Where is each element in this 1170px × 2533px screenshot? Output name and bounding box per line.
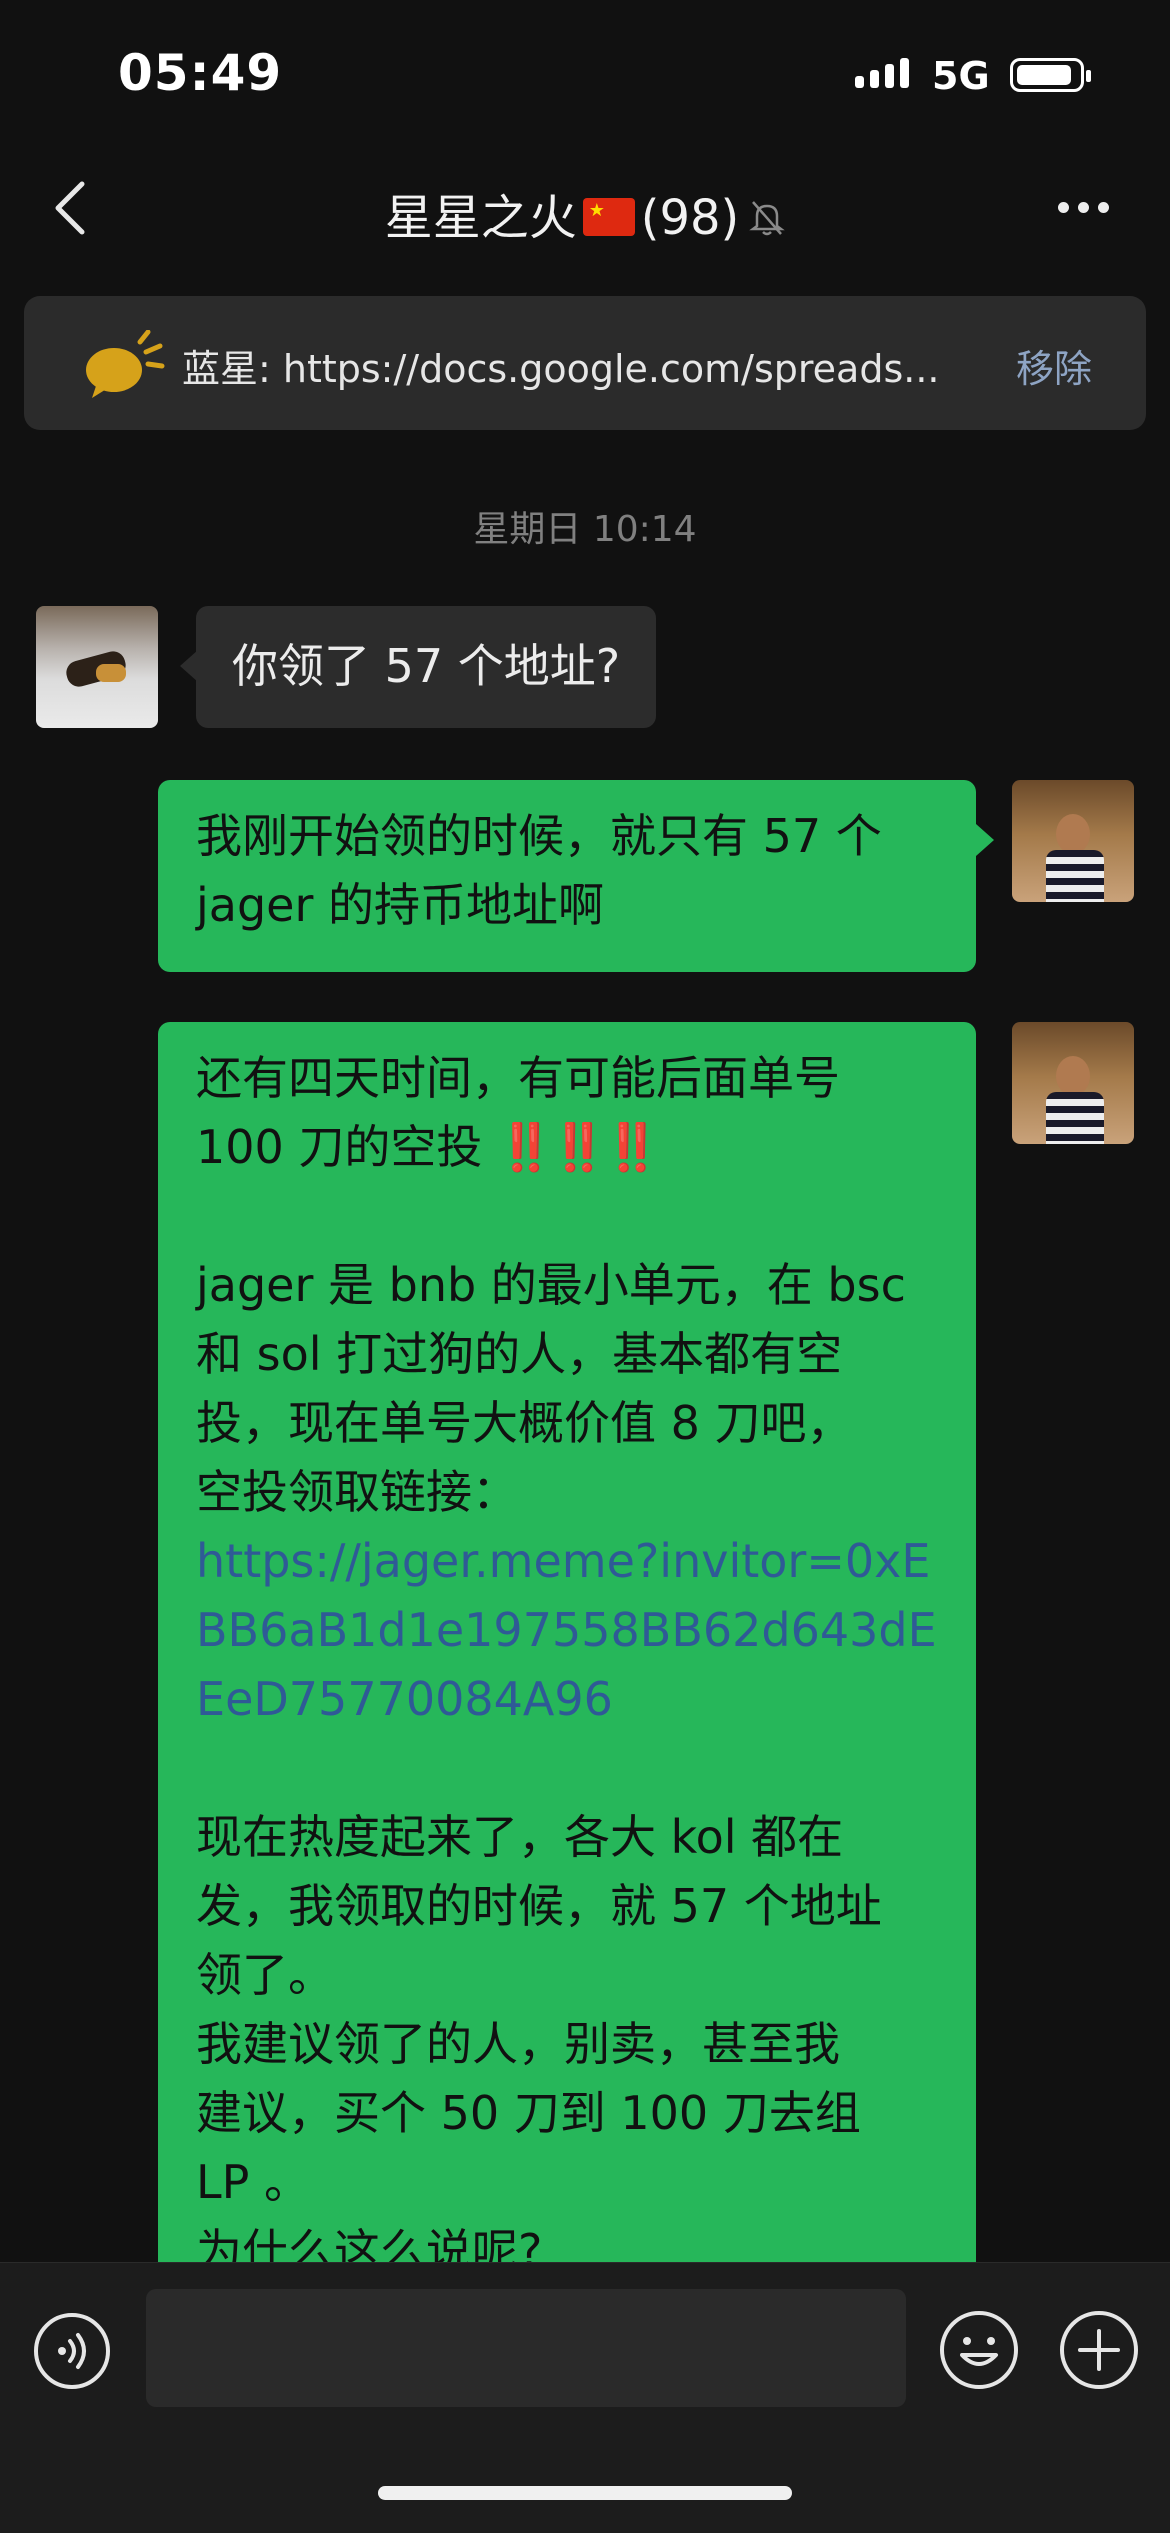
status-time: 05:49 (118, 44, 283, 102)
message-line: 领了。 (196, 1948, 334, 2002)
more-icon[interactable] (1058, 202, 1109, 213)
message-line: 投，现在单号大概价值 8 刀吧， (196, 1396, 853, 1450)
message-line: 我刚开始领的时候，就只有 57 个 (196, 809, 882, 863)
home-indicator[interactable] (378, 2486, 792, 2500)
signal-icon (855, 58, 909, 88)
network-type: 5G (932, 54, 990, 98)
message-line-text: 100 刀的空投 (196, 1120, 483, 1174)
message-line: jager 是 bnb 的最小单元，在 bsc (196, 1258, 906, 1312)
bell-slash-icon (749, 201, 786, 236)
my-avatar[interactable] (1012, 780, 1134, 902)
message-line: 空投领取链接： (196, 1465, 518, 1519)
chat-title: 星星之火 ★ (98) (0, 178, 1170, 248)
megaphone-icon (86, 330, 165, 398)
message-input[interactable] (146, 2289, 906, 2407)
battery-icon (1010, 58, 1091, 92)
outgoing-message-bubble[interactable]: 我刚开始领的时候，就只有 57 个 jager 的持币地址啊 (158, 780, 994, 972)
message-timestamp: 星期日 10:14 (473, 509, 697, 550)
message-line: 100 刀的空投 ‼️‼️‼️ (196, 1113, 938, 1182)
message-line: 为什么这么说呢? (196, 2224, 543, 2262)
status-bar: 05:49 5G (0, 0, 1170, 150)
message-line: 还有四天时间，有可能后面单号 (196, 1051, 840, 1105)
emoji-icon[interactable] (938, 2309, 1020, 2391)
incoming-message-bubble[interactable]: 你领了 57 个地址? (179, 606, 657, 728)
message-line: 和 sol 打过狗的人，基本都有空 (196, 1327, 843, 1381)
message-line: jager 的持币地址啊 (196, 878, 605, 932)
message-line: 我建议领了的人，别卖，甚至我 (196, 2017, 840, 2071)
message-line: 发，我领取的时候，就 57 个地址 (196, 1879, 882, 1933)
china-flag-icon: ★ (582, 198, 635, 236)
chat-header: 星星之火 ★ (98) (0, 150, 1170, 265)
message-text: 你领了 57 个地址? (232, 639, 621, 693)
message-line: 建议，买个 50 刀到 100 刀去组 (196, 2086, 861, 2140)
message-line: LP 。 (196, 2155, 310, 2209)
pinned-message-bar[interactable]: 蓝星: https://docs.google.com/spreads... 移… (24, 296, 1146, 430)
double-exclamation-icon: ‼️‼️‼️ (497, 1120, 661, 1174)
member-count: (98) (640, 190, 740, 246)
pinned-message-text: 蓝星: https://docs.google.com/spreads... (182, 347, 940, 391)
plus-icon[interactable] (1058, 2309, 1140, 2391)
group-name: 星星之火 (384, 190, 577, 246)
my-avatar[interactable] (1012, 1022, 1134, 1144)
message-line: 现在热度起来了，各大 kol 都在 (196, 1810, 844, 1864)
voice-icon[interactable] (32, 2311, 112, 2391)
airdrop-link[interactable]: https://jager.meme?invitor=0xEBB6aB1d1e1… (196, 1527, 938, 1734)
outgoing-message-bubble[interactable]: 还有四天时间，有可能后面单号 100 刀的空投 ‼️‼️‼️ jager 是 b… (158, 1022, 976, 2262)
avatar[interactable] (36, 606, 158, 728)
remove-pinned-button[interactable]: 移除 (1016, 338, 1092, 393)
